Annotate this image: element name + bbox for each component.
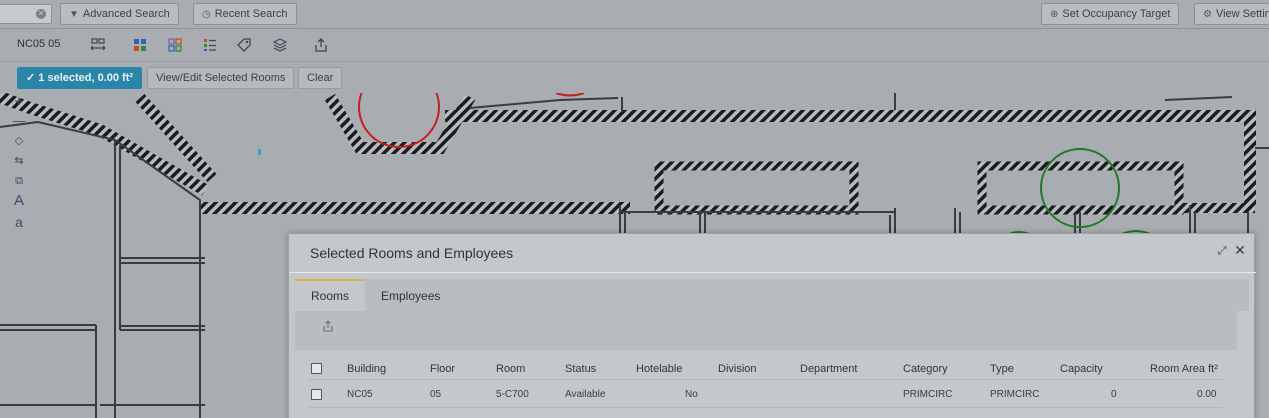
target-icon: ⊕ <box>1050 9 1059 20</box>
table-toolbar <box>295 311 1237 350</box>
view-edit-selected-rooms-button[interactable]: View/Edit Selected Rooms <box>147 67 295 89</box>
measure-icon[interactable] <box>90 37 106 53</box>
column-header[interactable]: Floor <box>430 363 455 375</box>
column-header[interactable]: Category <box>903 363 948 375</box>
row-divider <box>309 407 1223 408</box>
point-tool-icon[interactable]: ◇ <box>11 133 27 149</box>
outline-grid-icon[interactable] <box>167 37 183 53</box>
row-checkbox[interactable] <box>311 389 322 400</box>
column-header[interactable]: Room <box>496 363 525 375</box>
column-header[interactable]: Department <box>800 363 857 375</box>
text-tool-lower[interactable]: a <box>11 214 27 230</box>
search-bar: ✕ ▼ Advanced Search ◷ Recent Search ⊕ Set O… <box>0 0 1269 29</box>
view-settings-button[interactable]: ⚙View Settings <box>1194 3 1269 25</box>
column-header[interactable]: Room Area ft² <box>1150 363 1218 375</box>
filter-icon: ▼ <box>69 9 79 20</box>
dialog-divider <box>289 272 1256 273</box>
expand-icon[interactable]: ⤢ <box>1216 245 1228 257</box>
column-header[interactable]: Building <box>347 363 386 375</box>
line-tool-icon[interactable]: — <box>11 113 27 129</box>
tab-rooms[interactable]: Rooms <box>295 279 366 311</box>
cell-floor: 05 <box>430 389 442 400</box>
floor-label: NC05 05 <box>17 38 61 50</box>
cell-capacity: 0 <box>1111 389 1117 400</box>
column-header[interactable]: Hotelable <box>636 363 682 375</box>
text-tool-upper[interactable]: A <box>11 193 27 209</box>
close-icon[interactable]: ✕ <box>1233 243 1247 257</box>
column-header[interactable]: Type <box>990 363 1014 375</box>
cell-type: PRIMCIRC <box>990 389 1040 400</box>
layers-icon[interactable] <box>272 37 288 53</box>
cell-room: 5-C700 <box>496 389 529 400</box>
column-header[interactable]: Capacity <box>1060 363 1103 375</box>
dialog-title: Selected Rooms and Employees <box>310 245 514 261</box>
floor-toolbar: NC05 05 <box>0 29 1269 62</box>
column-header[interactable]: Division <box>718 363 757 375</box>
cell-hotelable: No <box>685 389 698 400</box>
gear-icon: ⚙ <box>1203 9 1212 20</box>
export-icon[interactable] <box>321 320 335 334</box>
dialog-tabs: Rooms Employees <box>295 279 1249 311</box>
header-divider <box>309 379 1223 380</box>
recent-search-button[interactable]: ◷ Recent Search <box>193 3 297 25</box>
cell-building: NC05 <box>347 389 373 400</box>
cell-category: PRIMCIRC <box>903 389 953 400</box>
rotate-tool-icon[interactable]: ⇆ <box>11 153 27 169</box>
copy-tool-icon[interactable]: ⧉ <box>11 173 27 189</box>
search-input[interactable]: ✕ <box>0 4 52 24</box>
advanced-search-button[interactable]: ▼ Advanced Search <box>60 3 179 25</box>
cell-status: Available <box>565 389 606 400</box>
selected-count-badge[interactable]: ✓ 1 selected, 0.00 ft² <box>17 67 143 89</box>
cursor-icon[interactable]: ✛ <box>11 95 27 111</box>
select-all-checkbox[interactable] <box>311 363 322 374</box>
cell-area: 0.00 <box>1197 389 1217 400</box>
clock-icon: ◷ <box>202 9 211 20</box>
rooms-panel: Building Floor Room Status Hotelable Div… <box>295 311 1237 418</box>
column-header[interactable]: Status <box>565 363 596 375</box>
set-occupancy-target-button[interactable]: ⊕ Set Occupancy Target <box>1041 3 1180 25</box>
selection-bar: ✓ 1 selected, 0.00 ft² View/Edit Selecte… <box>0 62 1269 93</box>
tab-employees[interactable]: Employees <box>365 279 456 311</box>
tag-icon[interactable] <box>236 37 252 53</box>
color-grid-icon[interactable] <box>132 37 148 53</box>
clear-search-icon[interactable]: ✕ <box>36 9 46 19</box>
selected-rooms-dialog: Selected Rooms and Employees ⤢ ✕ Rooms E… <box>288 233 1256 418</box>
legend-list-icon[interactable] <box>202 37 218 53</box>
share-icon[interactable] <box>313 37 329 53</box>
clear-selection-button[interactable]: Clear <box>298 67 343 89</box>
